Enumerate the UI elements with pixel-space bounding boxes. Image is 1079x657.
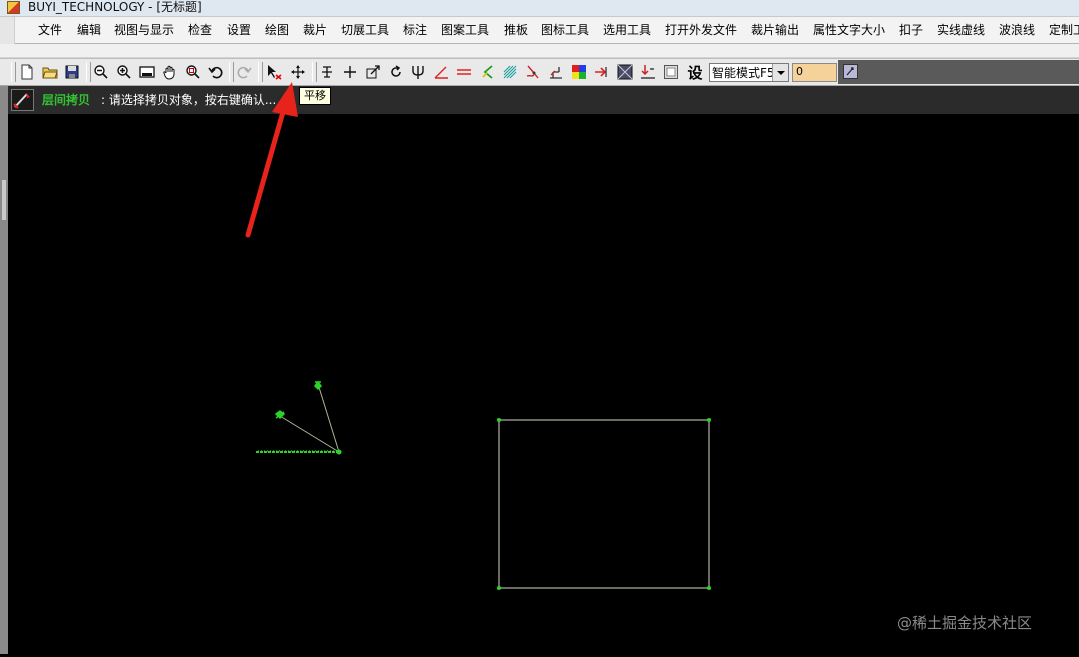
text-icon[interactable] [317,62,337,82]
menu-settings[interactable]: 设置 [227,22,251,38]
v-endpoint-top[interactable] [314,380,322,391]
rect-corner-point[interactable] [497,586,501,590]
menu-custom-tools[interactable]: 定制工 [1049,22,1079,38]
menu-edit[interactable]: 编辑 [77,22,101,38]
menu-solid-dashed[interactable]: 实线虚线 [937,22,985,38]
scale-icon[interactable] [363,62,383,82]
save-icon[interactable] [62,62,82,82]
chevron-down-icon[interactable] [772,64,788,81]
rotate-icon[interactable] [386,62,406,82]
title-bar: BUYI_TECHNOLOGY - [无标题] [0,0,1079,16]
menu-annotate[interactable]: 标注 [403,22,427,38]
angle-icon[interactable] [431,62,451,82]
pen-tool-icon[interactable] [843,64,858,79]
rect-corner-point[interactable] [707,418,711,422]
parallel-line-icon[interactable] [454,62,474,82]
rectangle-outline[interactable] [498,419,710,589]
hatch-icon[interactable] [500,62,520,82]
menu-buttons[interactable]: 扣子 [899,22,923,38]
menu-check[interactable]: 检查 [188,22,212,38]
zoom-out-icon[interactable] [91,62,111,82]
menu-open-external[interactable]: 打开外发文件 [665,22,737,38]
watermark: @稀土掘金技术社区 [897,614,1033,632]
left-scroll-thumb[interactable] [2,180,6,220]
box-icon[interactable] [661,62,681,82]
v-shape-drawing[interactable] [256,380,342,455]
fit-view-icon[interactable] [137,62,157,82]
move-tooltip: 平移 [299,87,331,105]
value-input[interactable]: 0 [792,63,837,82]
drawing-canvas[interactable] [8,114,1079,654]
arrow-point-icon[interactable] [592,62,612,82]
main-toolbar: 设 智能模式F5 0 [0,58,1079,86]
fork-icon[interactable] [408,62,428,82]
undo-icon[interactable] [206,62,226,82]
setting-button[interactable]: 设 [685,62,705,82]
menu-attr-text-size[interactable]: 属性文字大小 [813,22,885,38]
menu-gutter [0,17,15,44]
hand-pan-icon[interactable] [160,62,180,82]
redo-icon[interactable] [234,62,254,82]
open-folder-icon[interactable] [40,62,60,82]
color-palette-icon[interactable] [569,62,589,82]
menu-bar: 文件 编辑 视图与显示 检查 设置 绘图 裁片 切展工具 标注 图案工具 推板 … [0,16,1079,44]
move-icon[interactable] [288,62,308,82]
menu-grading[interactable]: 推板 [504,22,528,38]
menu-file[interactable]: 文件 [38,22,62,38]
v-endpoint-left[interactable] [274,410,286,420]
menu-slash-spread[interactable]: 切展工具 [341,22,389,38]
toolbar-separator [258,62,263,82]
menu-piece-output[interactable]: 裁片输出 [751,22,799,38]
rectangle-drawing[interactable] [497,418,711,590]
toolbar-filler [838,60,1079,84]
canvas-drawing [256,380,711,590]
menu-draw[interactable]: 绘图 [265,22,289,38]
menu-wavy-line[interactable]: 波浪线 [999,22,1035,38]
mode-select[interactable]: 智能模式F5 [709,63,789,82]
notch-icon[interactable] [478,62,498,82]
menu-view[interactable]: 视图与显示 [114,22,174,38]
status-command-name: 层间拷贝 [42,93,91,107]
status-prompt: : 请选择拷贝对象，按右键确认... [101,93,277,107]
select-delete-icon[interactable] [264,62,284,82]
v-line-left[interactable] [279,415,340,453]
menu-cut-piece[interactable]: 裁片 [303,22,327,38]
window-title: BUYI_TECHNOLOGY - [无标题] [28,0,202,14]
command-status-bar: 层间拷贝 : 请选择拷贝对象，按右键确认... [8,86,1079,114]
menu-icon-tools[interactable]: 图标工具 [541,22,589,38]
menu-select-tools[interactable]: 选用工具 [603,22,651,38]
toolbar-grip[interactable] [11,62,16,82]
mode-select-value: 智能模式F5 [712,66,775,80]
new-file-icon[interactable] [17,62,37,82]
mirror-down-icon[interactable] [638,62,658,82]
grading-icon[interactable] [546,62,566,82]
seam-icon[interactable] [523,62,543,82]
v-line-right[interactable] [317,383,340,453]
left-scroll-edge[interactable] [0,86,8,654]
zoom-window-icon[interactable] [183,62,203,82]
app-icon [7,1,20,14]
zoom-in-icon[interactable] [114,62,134,82]
rect-corner-point[interactable] [707,586,711,590]
copy-tool-icon [11,89,34,111]
pattern-fill-icon[interactable] [615,62,635,82]
toolbar-gap [0,44,1079,58]
menu-pattern-tools[interactable]: 图案工具 [441,22,489,38]
cross-icon[interactable] [340,62,360,82]
rect-corner-point[interactable] [497,418,501,422]
v-vertex-point[interactable] [336,449,342,455]
